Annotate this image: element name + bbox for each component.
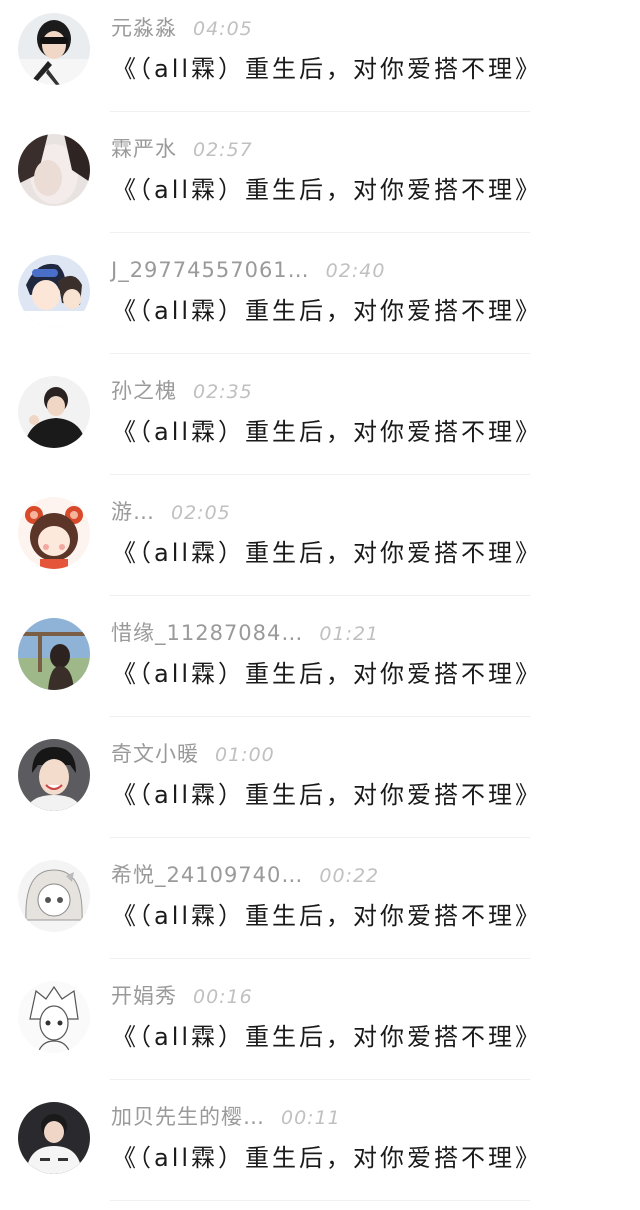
comment-text: 《（all霖）重生后，对你爱搭不理》 bbox=[112, 1023, 543, 1051]
comment-text: 《（all霖）重生后，对你爱搭不理》 bbox=[112, 176, 543, 204]
username[interactable]: 加贝先生的樱… bbox=[111, 1105, 265, 1129]
timestamp: 02:05 bbox=[171, 502, 231, 524]
avatar[interactable] bbox=[18, 255, 90, 327]
timestamp: 00:16 bbox=[193, 986, 253, 1008]
timestamp: 02:35 bbox=[193, 381, 253, 403]
avatar[interactable] bbox=[18, 376, 90, 448]
timestamp: 00:22 bbox=[319, 865, 380, 887]
avatar[interactable] bbox=[18, 981, 90, 1053]
comment-item[interactable]: 霖严水 02:57 《（all霖）重生后，对你爱搭不理》 bbox=[0, 121, 640, 242]
divider bbox=[110, 716, 530, 717]
timestamp: 00:11 bbox=[281, 1107, 341, 1129]
timestamp: 02:40 bbox=[325, 260, 386, 282]
username[interactable]: 惜缘_11287084… bbox=[111, 621, 303, 645]
comment-header: 霖严水 02:57 bbox=[111, 134, 253, 164]
comment-header: 加贝先生的樱… 00:11 bbox=[111, 1102, 341, 1132]
comment-item[interactable]: 希悦_24109740… 00:22 《（all霖）重生后，对你爱搭不理》 bbox=[0, 847, 640, 968]
divider bbox=[110, 1079, 530, 1080]
comment-header: 奇文小暖 01:00 bbox=[111, 739, 275, 769]
avatar[interactable] bbox=[18, 13, 90, 85]
comment-item[interactable]: 游… 02:05 《（all霖）重生后，对你爱搭不理》 bbox=[0, 484, 640, 605]
comment-header: 希悦_24109740… 00:22 bbox=[111, 860, 379, 890]
avatar[interactable] bbox=[18, 497, 90, 569]
comment-item[interactable]: 奇文小暖 01:00 《（all霖）重生后，对你爱搭不理》 bbox=[0, 726, 640, 847]
comment-item[interactable]: 开娟秀 00:16 《（all霖）重生后，对你爱搭不理》 bbox=[0, 968, 640, 1089]
comment-item[interactable]: J_29774557061… 02:40 《（all霖）重生后，对你爱搭不理》 bbox=[0, 242, 640, 363]
username[interactable]: 奇文小暖 bbox=[111, 742, 199, 766]
comment-item[interactable]: 孙之槐 02:35 《（all霖）重生后，对你爱搭不理》 bbox=[0, 363, 640, 484]
username[interactable]: 孙之槐 bbox=[111, 379, 177, 403]
username[interactable]: 元淼淼 bbox=[111, 16, 177, 40]
timestamp: 02:57 bbox=[193, 139, 253, 161]
comment-header: 游… 02:05 bbox=[111, 497, 231, 527]
username[interactable]: J_29774557061… bbox=[111, 258, 310, 282]
avatar[interactable] bbox=[18, 739, 90, 811]
comment-text: 《（all霖）重生后，对你爱搭不理》 bbox=[112, 660, 543, 688]
avatar[interactable] bbox=[18, 1102, 90, 1174]
comment-header: J_29774557061… 02:40 bbox=[111, 255, 385, 285]
timestamp: 04:05 bbox=[193, 18, 253, 40]
username[interactable]: 霖严水 bbox=[111, 137, 177, 161]
comment-list: 元淼淼 04:05 《（all霖）重生后，对你爱搭不理》 霖严水 02:57 《（a… bbox=[0, 0, 640, 1207]
divider bbox=[110, 232, 530, 233]
divider bbox=[110, 474, 530, 475]
comment-header: 孙之槐 02:35 bbox=[111, 376, 253, 406]
comment-text: 《（all霖）重生后，对你爱搭不理》 bbox=[112, 781, 543, 809]
divider bbox=[110, 111, 530, 112]
comment-item[interactable]: 元淼淼 04:05 《（all霖）重生后，对你爱搭不理》 bbox=[0, 0, 640, 121]
comment-item[interactable]: 加贝先生的樱… 00:11 《（all霖）重生后，对你爱搭不理》 bbox=[0, 1089, 640, 1210]
comment-text: 《（all霖）重生后，对你爱搭不理》 bbox=[112, 1144, 543, 1172]
comment-header: 惜缘_11287084… 01:21 bbox=[111, 618, 379, 648]
username[interactable]: 游… bbox=[111, 500, 155, 524]
divider bbox=[110, 837, 530, 838]
comment-text: 《（all霖）重生后，对你爱搭不理》 bbox=[112, 55, 543, 83]
timestamp: 01:21 bbox=[319, 623, 380, 645]
divider bbox=[110, 353, 530, 354]
comment-header: 元淼淼 04:05 bbox=[111, 13, 253, 43]
comment-item[interactable]: 惜缘_11287084… 01:21 《（all霖）重生后，对你爱搭不理》 bbox=[0, 605, 640, 726]
avatar[interactable] bbox=[18, 134, 90, 206]
comment-text: 《（all霖）重生后，对你爱搭不理》 bbox=[112, 902, 543, 930]
comment-header: 开娟秀 00:16 bbox=[111, 981, 253, 1011]
timestamp: 01:00 bbox=[215, 744, 275, 766]
comment-text: 《（all霖）重生后，对你爱搭不理》 bbox=[112, 539, 543, 567]
divider bbox=[110, 1200, 530, 1201]
comment-text: 《（all霖）重生后，对你爱搭不理》 bbox=[112, 297, 543, 325]
divider bbox=[110, 595, 530, 596]
avatar[interactable] bbox=[18, 860, 90, 932]
username[interactable]: 开娟秀 bbox=[111, 984, 177, 1008]
avatar[interactable] bbox=[18, 618, 90, 690]
username[interactable]: 希悦_24109740… bbox=[111, 863, 303, 887]
divider bbox=[110, 958, 530, 959]
comment-text: 《（all霖）重生后，对你爱搭不理》 bbox=[112, 418, 543, 446]
